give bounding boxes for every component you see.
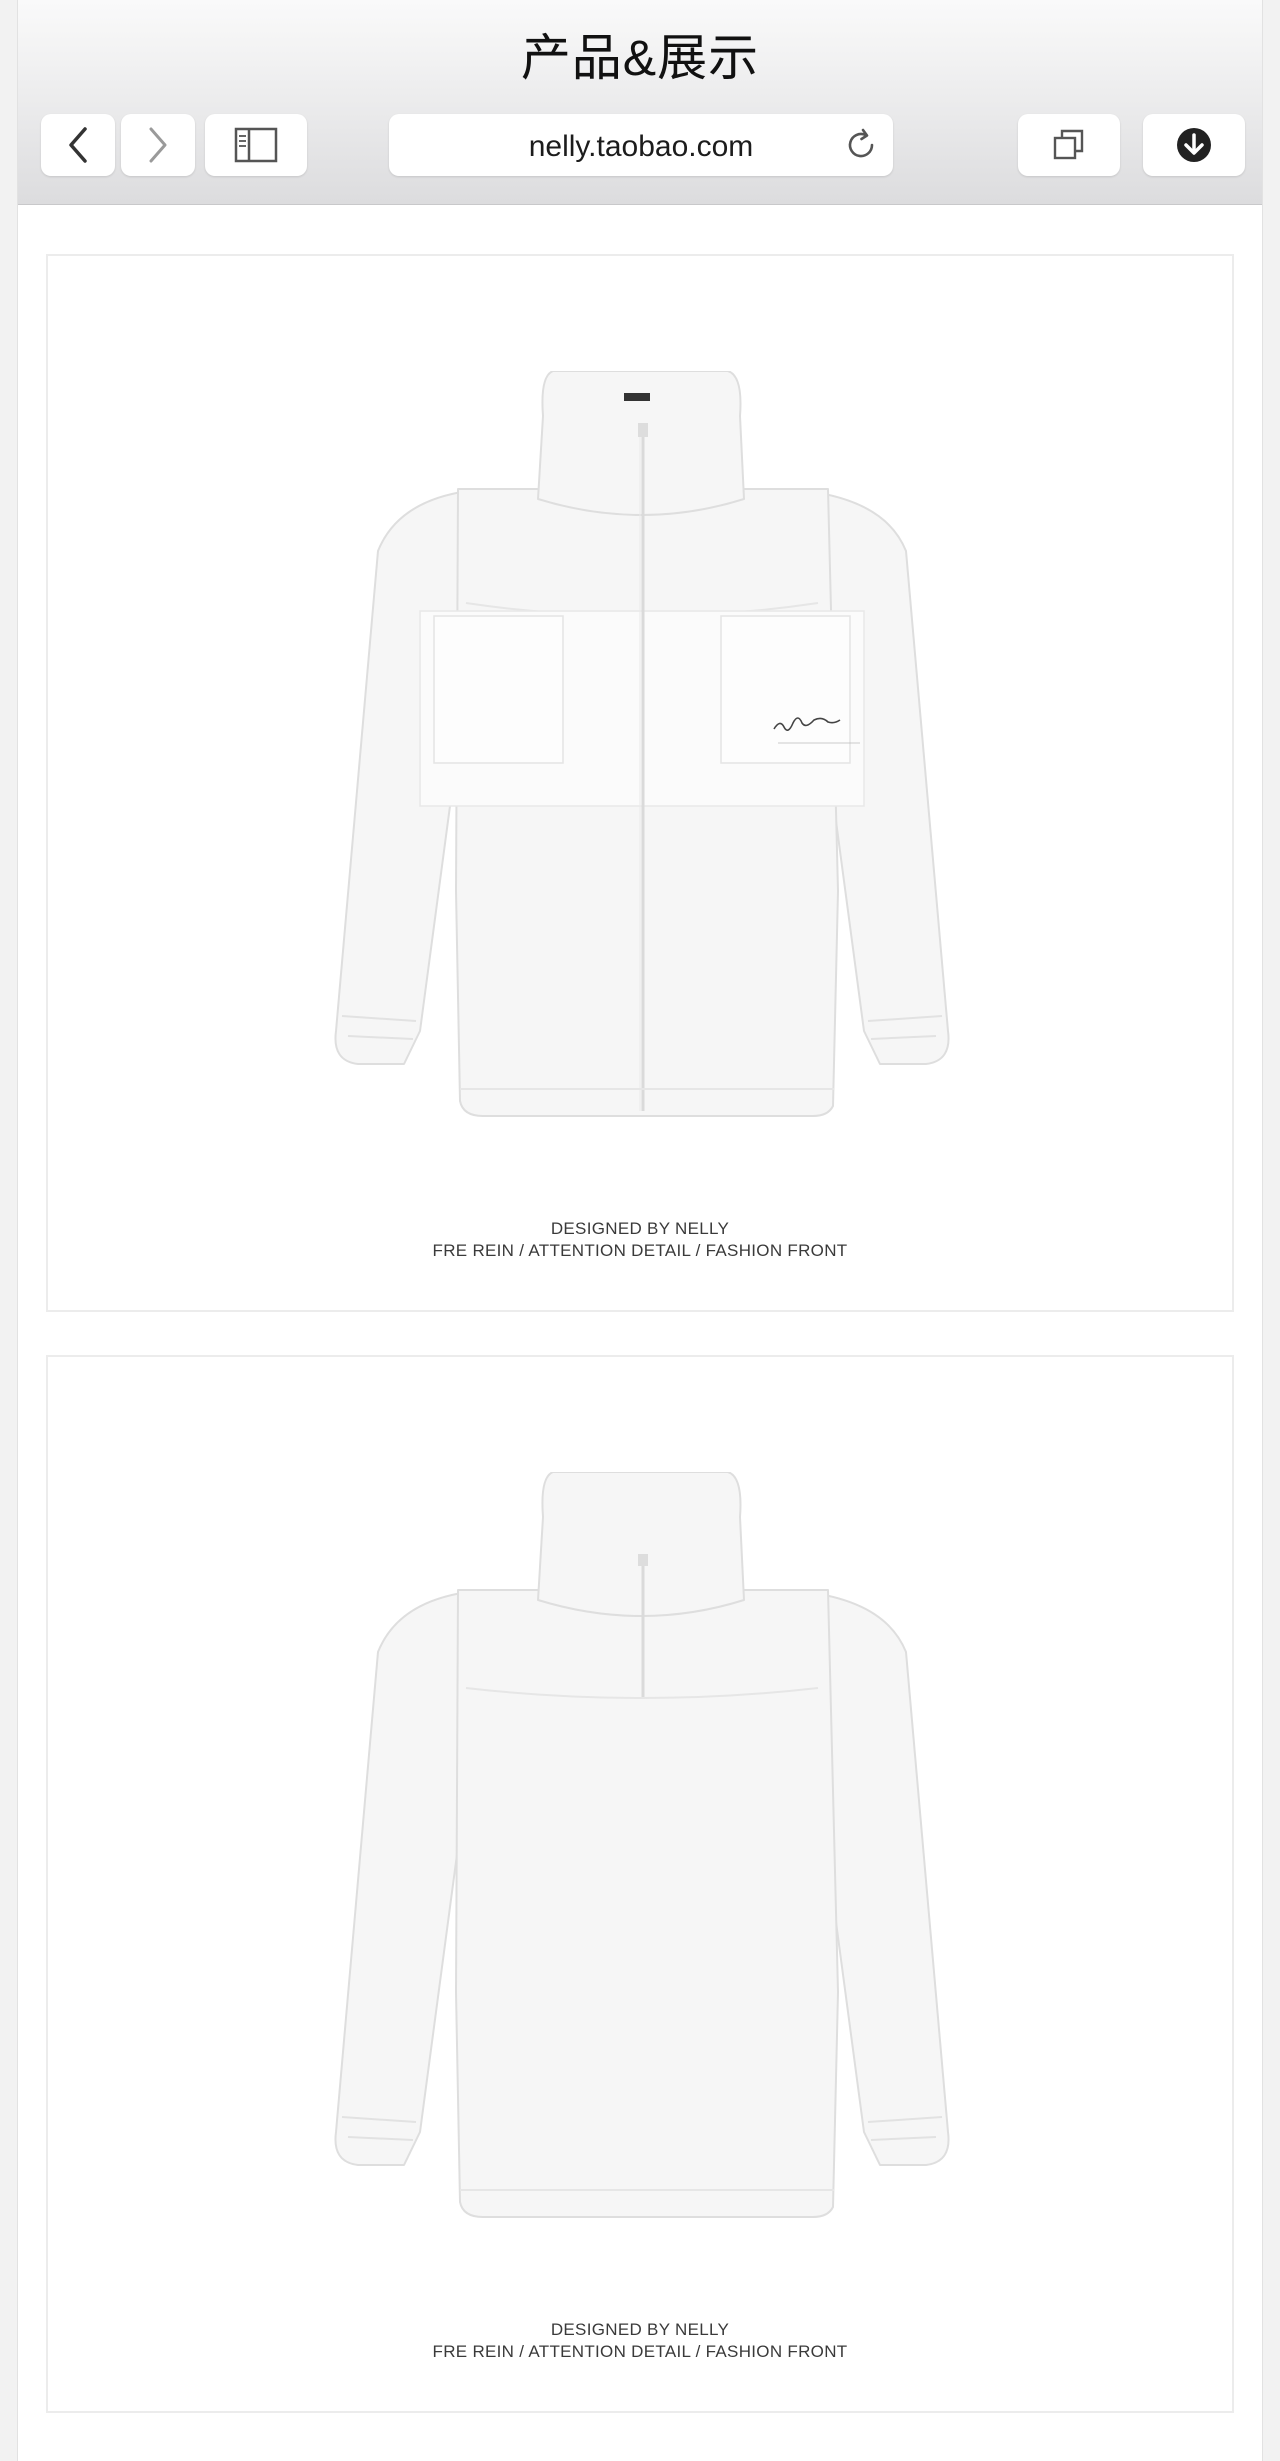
tabs-button[interactable]	[1018, 114, 1120, 176]
chevron-left-icon	[69, 127, 87, 163]
product-caption: DESIGNED BY NELLY FRE REIN / ATTENTION D…	[48, 2319, 1232, 2363]
back-button[interactable]	[41, 114, 115, 176]
caption-tagline: FRE REIN / ATTENTION DETAIL / FASHION FR…	[432, 2342, 848, 2361]
product-card-back: DESIGNED BY NELLY FRE REIN / ATTENTION D…	[46, 1355, 1234, 2413]
chevron-right-icon	[149, 127, 167, 163]
jacket-back-image	[334, 1472, 950, 2218]
address-bar[interactable]: nelly.taobao.com	[389, 114, 893, 176]
browser-toolbar: 产品&展示 nelly.taobao.com	[18, 0, 1262, 205]
caption-designer: DESIGNED BY NELLY	[550, 1219, 730, 1238]
caption-designer: DESIGNED BY NELLY	[550, 2320, 730, 2339]
sidebar-icon	[234, 127, 278, 163]
jacket-front-image	[334, 371, 950, 1117]
forward-button[interactable]	[121, 114, 195, 176]
sidebar-button[interactable]	[205, 114, 307, 176]
url-text: nelly.taobao.com	[528, 130, 754, 163]
tabs-icon	[1053, 129, 1084, 160]
page-frame: 产品&展示 nelly.taobao.com DESIGNED BY NELLY…	[17, 0, 1263, 2461]
caption-tagline: FRE REIN / ATTENTION DETAIL / FASHION FR…	[432, 1241, 848, 1260]
page-title: 产品&展示	[520, 30, 760, 86]
reload-button[interactable]	[843, 127, 879, 168]
product-card-front: DESIGNED BY NELLY FRE REIN / ATTENTION D…	[46, 254, 1234, 1312]
product-caption: DESIGNED BY NELLY FRE REIN / ATTENTION D…	[48, 1218, 1232, 1262]
download-button[interactable]	[1143, 114, 1245, 176]
download-icon	[1177, 128, 1211, 162]
reload-icon	[848, 128, 874, 158]
